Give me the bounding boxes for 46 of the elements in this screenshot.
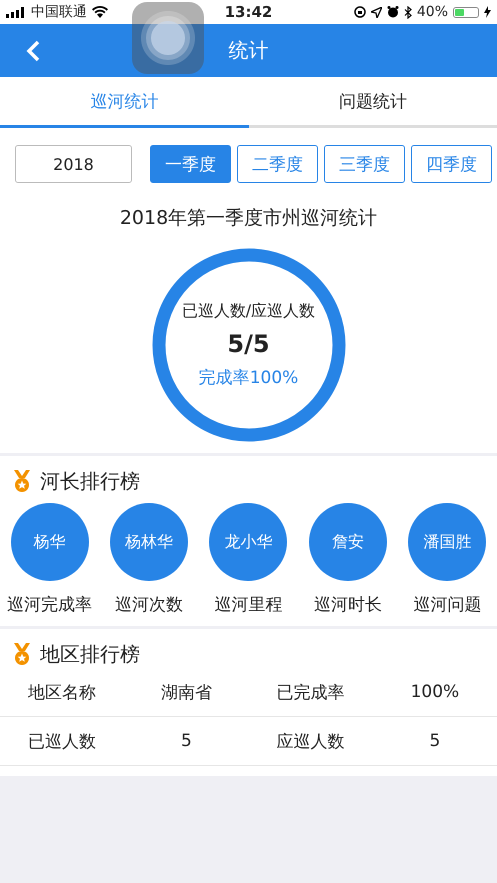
back-icon[interactable] [26, 40, 40, 62]
charging-icon [484, 6, 491, 18]
chief-avatar[interactable]: 杨华 [10, 503, 89, 581]
summary-title: 2018年第一季度市州巡河统计 [118, 206, 378, 231]
battery-percent: 40% [416, 4, 448, 20]
table-cell-text: 已完成率 [276, 682, 346, 704]
wifi-icon [92, 6, 108, 18]
assistive-touch-button[interactable] [132, 2, 204, 74]
completion-rate: 完成率100% [198, 367, 298, 389]
tab[interactable]: 问题统计 [248, 77, 497, 128]
rotation-lock-icon [354, 6, 366, 18]
location-icon [370, 6, 382, 18]
chief-avatar[interactable]: 潘国胜 [408, 503, 486, 581]
metric-label: 巡河完成率 [7, 594, 92, 616]
quarter-button[interactable]: 四季度 [411, 145, 492, 183]
chief-avatar[interactable]: 龙小华 [209, 503, 288, 581]
clock-time: 13:42 [224, 3, 272, 21]
medal-icon [12, 470, 32, 494]
ring-value: 5/5 [227, 330, 270, 358]
table-cell-text: 已巡人数 [27, 730, 98, 752]
table-cell-text: 5 [180, 731, 193, 751]
battery-icon [453, 6, 479, 18]
metric-label: 巡河次数 [115, 594, 184, 616]
signal-icon [6, 6, 26, 18]
year-field[interactable]: 2018 [15, 145, 132, 183]
ring-caption: 已巡人数/应巡人数 [182, 301, 316, 322]
section-title: 河长排行榜 [40, 468, 140, 495]
chief-avatar[interactable]: 杨林华 [110, 503, 188, 581]
quarter-button[interactable]: 二季度 [237, 145, 318, 183]
medal-icon [12, 642, 32, 666]
quarter-button[interactable]: 一季度 [150, 145, 231, 183]
table-cell-text: 100% [410, 682, 460, 702]
carrier-name: 中国联通 [31, 3, 87, 21]
metric-label: 巡河里程 [214, 594, 282, 616]
alarm-icon [386, 6, 399, 18]
page-title: 统计 [228, 37, 268, 64]
table-cell-text: 5 [428, 731, 442, 751]
chief-avatar[interactable]: 詹安 [308, 503, 387, 581]
table-cell-text: 湖南省 [160, 682, 213, 704]
table-cell-text: 地区名称 [27, 682, 98, 704]
bluetooth-icon [404, 6, 412, 18]
metric-label: 巡河时长 [314, 594, 382, 616]
quarter-button[interactable]: 三季度 [324, 145, 405, 183]
section-title: 地区排行榜 [40, 641, 140, 668]
metric-label: 巡河问题 [413, 594, 482, 616]
table-cell-text: 应巡人数 [276, 730, 346, 752]
